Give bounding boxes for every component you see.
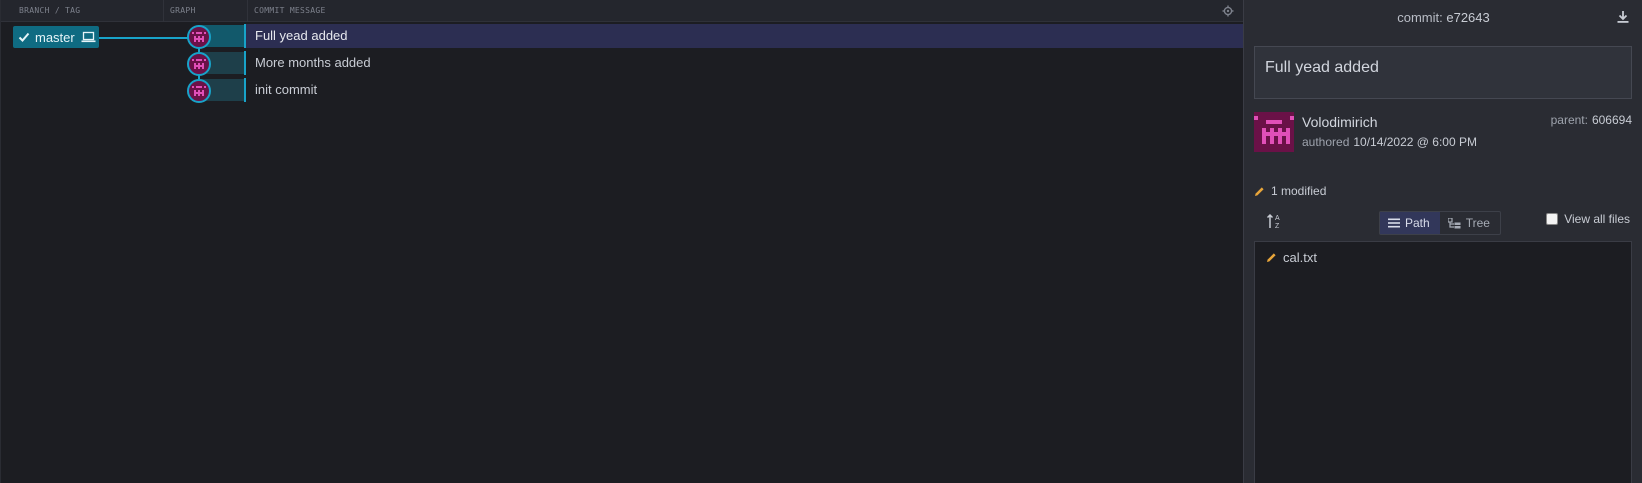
authored-date: 10/14/2022 @ 6:00 PM [1353,135,1477,149]
commit-avatar-node[interactable] [187,79,211,103]
file-item[interactable]: cal.txt [1266,250,1317,265]
view-path-button[interactable]: Path [1380,212,1440,234]
sort-icon[interactable]: A Z [1266,212,1284,230]
parent-info: parent: 606694 [1551,113,1632,127]
commit-label: commit: [1397,10,1443,25]
parent-label: parent: [1550,113,1588,127]
view-tree-button[interactable]: Tree [1440,212,1500,234]
column-branch-tag[interactable]: BRANCH / TAG [13,0,164,22]
view-all-files-checkbox[interactable]: View all files [1546,212,1630,226]
commit-message[interactable]: Full yead added [244,24,1244,48]
modified-count: 1 modified [1271,184,1327,198]
check-icon [18,32,30,42]
list-icon [1388,218,1400,228]
modified-summary: 1 modified [1254,184,1326,198]
commit-message-box[interactable]: Full yead added [1254,46,1632,99]
app-window: BRANCH / TAG GRAPH COMMIT MESSAGE Full y… [0,0,1642,483]
checkbox[interactable] [1546,213,1559,225]
commit-graph-pane: BRANCH / TAG GRAPH COMMIT MESSAGE Full y… [0,0,1244,483]
view-tree-label: Tree [1465,216,1490,230]
changed-file-list: cal.txt [1254,241,1632,483]
tree-icon [1447,217,1461,228]
view-mode-toggle: Path Tree [1379,211,1501,235]
commit-sha[interactable]: e72643 [1446,10,1489,25]
svg-text:A: A [1275,215,1280,222]
column-graph[interactable]: GRAPH [164,0,248,22]
commit-detail-pane: commit: e72643 Full yead added Volodimir… [1243,0,1642,483]
pencil-icon [1255,186,1264,196]
column-commit-message[interactable]: COMMIT MESSAGE [248,0,1228,22]
author-name: Volodimirich [1302,114,1378,130]
download-icon[interactable] [1616,10,1630,24]
author-avatar [1254,112,1294,152]
view-all-files-label: View all files [1564,212,1630,226]
commit-avatar-node[interactable] [187,52,211,76]
commit-message[interactable]: init commit [244,78,1244,102]
pencil-icon [1267,253,1276,262]
file-name: cal.txt [1283,250,1317,265]
parent-sha[interactable]: 606694 [1592,113,1632,127]
branch-name: master [35,29,75,45]
column-header: BRANCH / TAG GRAPH COMMIT MESSAGE [1,0,1244,22]
commit-avatar-node[interactable] [187,25,211,49]
svg-text:Z: Z [1275,223,1280,230]
laptop-icon [81,31,96,43]
settings-icon[interactable] [1222,5,1234,17]
branch-tag-master[interactable]: master [13,26,99,48]
commit-header: commit: e72643 [1244,0,1642,36]
commit-message[interactable]: More months added [244,51,1244,75]
view-path-label: Path [1405,216,1430,230]
authored-label: authored [1302,135,1350,149]
authored-info: authored 10/14/2022 @ 6:00 PM [1302,135,1477,149]
